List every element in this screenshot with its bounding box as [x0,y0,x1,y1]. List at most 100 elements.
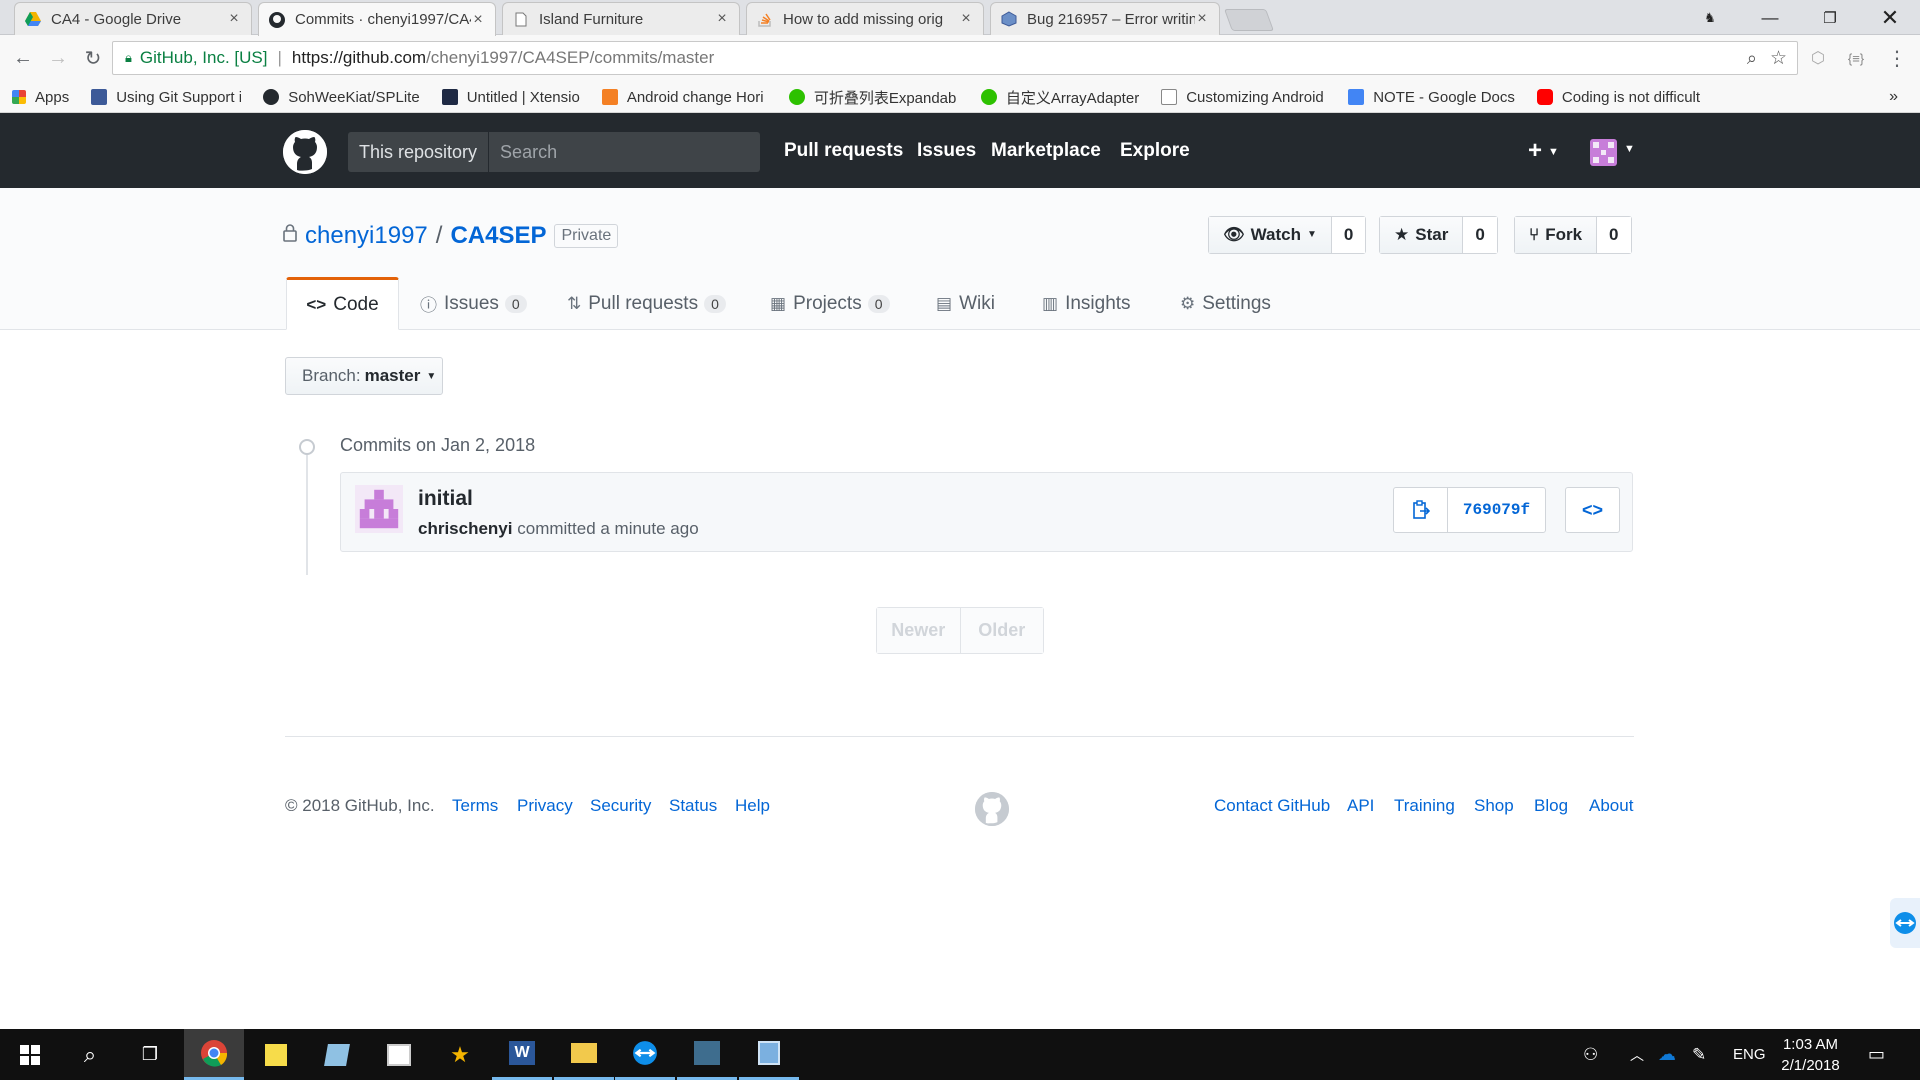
branch-selector[interactable]: Branch: master ▼ [285,357,443,395]
bookmark-item[interactable]: Apps [12,89,69,106]
zoom-icon[interactable]: ⌕ [1747,48,1757,69]
tab-issues[interactable]: ⓘ Issues 0 [420,277,527,330]
commit-message-link[interactable]: initial [418,487,473,511]
older-button[interactable]: Older [960,608,1043,653]
pen-icon[interactable]: ✎ [1692,1029,1706,1080]
close-tab-icon[interactable]: × [959,10,973,28]
bookmark-item[interactable]: Using Git Support in [91,89,241,106]
browser-tab[interactable]: Island Furniture × [502,2,740,35]
github-logo-icon[interactable] [283,130,327,174]
close-tab-icon[interactable]: × [227,10,241,28]
search-input[interactable]: Search [489,132,760,172]
language-indicator[interactable]: ENG [1733,1029,1766,1080]
bookmark-item[interactable]: Customizing Android [1161,89,1326,106]
nav-explore[interactable]: Explore [1120,140,1190,162]
avatar-dropdown-icon[interactable]: ▼ [1624,143,1635,155]
tab-wiki[interactable]: ▤ Wiki [936,277,995,330]
browser-tab-active[interactable]: Commits · chenyi1997/CA4SEP × [258,2,496,36]
search-icon[interactable]: ⌕ [60,1029,120,1080]
onedrive-icon[interactable]: ☁ [1658,1029,1676,1080]
footer-link-training[interactable]: Training [1394,796,1455,816]
footer-link-privacy[interactable]: Privacy [517,796,573,816]
word-icon[interactable]: W [492,1029,552,1080]
forward-icon[interactable]: → [45,45,71,71]
fork-count[interactable]: 0 [1596,217,1631,253]
footer-link-security[interactable]: Security [590,796,651,816]
bookmark-item[interactable]: SohWeeKiat/SPLite [263,89,420,106]
footer-link-help[interactable]: Help [735,796,770,816]
task-view-icon[interactable]: ❐ [120,1029,180,1080]
footer-link-status[interactable]: Status [669,796,717,816]
virtualbox-icon[interactable] [739,1029,799,1080]
minimize-icon[interactable]: — [1745,0,1795,35]
create-new-plus-icon[interactable]: + ▼ [1528,137,1559,165]
sticky-notes-icon[interactable] [246,1029,306,1080]
tab-settings[interactable]: ⚙ Settings [1180,277,1271,330]
bookmark-item[interactable]: Android change Hori [601,89,767,106]
star-count[interactable]: 0 [1462,217,1497,253]
close-tab-icon[interactable]: × [715,10,729,28]
bookmarks-overflow-icon[interactable]: » [1889,88,1898,106]
bookmark-item[interactable]: 可折叠列表Expandab [788,87,959,108]
nav-marketplace[interactable]: Marketplace [991,140,1101,162]
windows-start-icon[interactable] [0,1029,60,1080]
json-extension-icon[interactable]: {≡} [1843,45,1869,71]
file-explorer-icon[interactable] [554,1029,614,1080]
newer-button[interactable]: Newer [877,608,961,653]
profile-icon[interactable]: ♞ [1685,0,1735,35]
footer-link-contact[interactable]: Contact GitHub [1214,796,1330,816]
new-tab-button[interactable] [1223,9,1275,31]
nav-pull-requests[interactable]: Pull requests [784,140,903,162]
browser-tab[interactable]: How to add missing orig × [746,2,984,35]
workbench-icon[interactable] [677,1029,737,1080]
bookmark-item[interactable]: NOTE - Google Docs [1348,89,1515,106]
browser-tab[interactable]: CA4 - Google Drive × [14,2,252,35]
nav-issues[interactable]: Issues [917,140,976,162]
tab-code[interactable]: <> Code [286,277,399,330]
footer-link-terms[interactable]: Terms [452,796,498,816]
tab-pull-requests[interactable]: ⇅ Pull requests 0 [567,277,726,330]
watch-button[interactable]: 👁︎ Watch ▼ [1209,217,1331,253]
user-avatar[interactable] [1590,139,1617,166]
commit-author-link[interactable]: chrischenyi [418,519,513,538]
commit-sha-link[interactable]: 769079f [1448,488,1545,532]
bookmark-item[interactable]: Untitled | Xtensio [441,89,580,106]
github-mark-icon[interactable] [975,792,1009,826]
tab-projects[interactable]: ▦ Projects 0 [770,277,890,330]
action-center-icon[interactable]: ▭ [1868,1029,1885,1080]
repo-owner-link[interactable]: chenyi1997 [305,222,428,250]
star-app-icon[interactable]: ★ [430,1029,490,1080]
bookmark-item[interactable]: Coding is not difficult [1536,89,1707,106]
tray-overflow-icon[interactable]: ︿ [1630,1029,1644,1080]
people-icon[interactable]: ⚇ [1583,1029,1598,1080]
footer-link-blog[interactable]: Blog [1534,796,1568,816]
reload-icon[interactable]: ↻ [80,45,106,71]
author-avatar[interactable] [355,485,403,533]
teamviewer-icon[interactable] [615,1029,675,1080]
photos-icon[interactable] [369,1029,429,1080]
repo-name-link[interactable]: CA4SEP [450,222,546,250]
browser-tab[interactable]: Bug 216957 – Error writin × [990,2,1220,35]
footer-link-api[interactable]: API [1347,796,1374,816]
bookmark-star-icon[interactable]: ☆ [1770,47,1787,70]
footer-link-about[interactable]: About [1589,796,1633,816]
footer-link-shop[interactable]: Shop [1474,796,1514,816]
address-bar[interactable]: 🔒︎ GitHub, Inc. [US] | https://github.co… [112,41,1798,75]
chrome-taskbar-icon[interactable] [184,1029,244,1080]
notepad-icon[interactable] [307,1029,367,1080]
restore-icon[interactable]: ❐ [1805,0,1855,35]
copy-sha-clipboard-icon[interactable] [1394,488,1448,532]
browse-repository-button[interactable]: <> [1565,487,1620,533]
chrome-menu-icon[interactable]: ⋮ [1884,45,1910,71]
teamviewer-panel-icon[interactable] [1890,898,1920,948]
tab-insights[interactable]: ▥ Insights [1042,277,1131,330]
close-window-icon[interactable]: ✕ [1865,0,1915,35]
star-button[interactable]: ★ Star [1380,217,1463,253]
back-icon[interactable]: ← [10,45,36,71]
close-tab-icon[interactable]: × [471,11,485,29]
close-tab-icon[interactable]: × [1195,10,1209,28]
clock[interactable]: 1:03 AM 2/1/2018 [1773,1034,1848,1076]
fork-button[interactable]: ⑂ Fork [1515,217,1597,253]
extension-icon[interactable]: ⬡ [1805,45,1831,71]
bookmark-item[interactable]: 自定义ArrayAdapter [980,87,1139,108]
